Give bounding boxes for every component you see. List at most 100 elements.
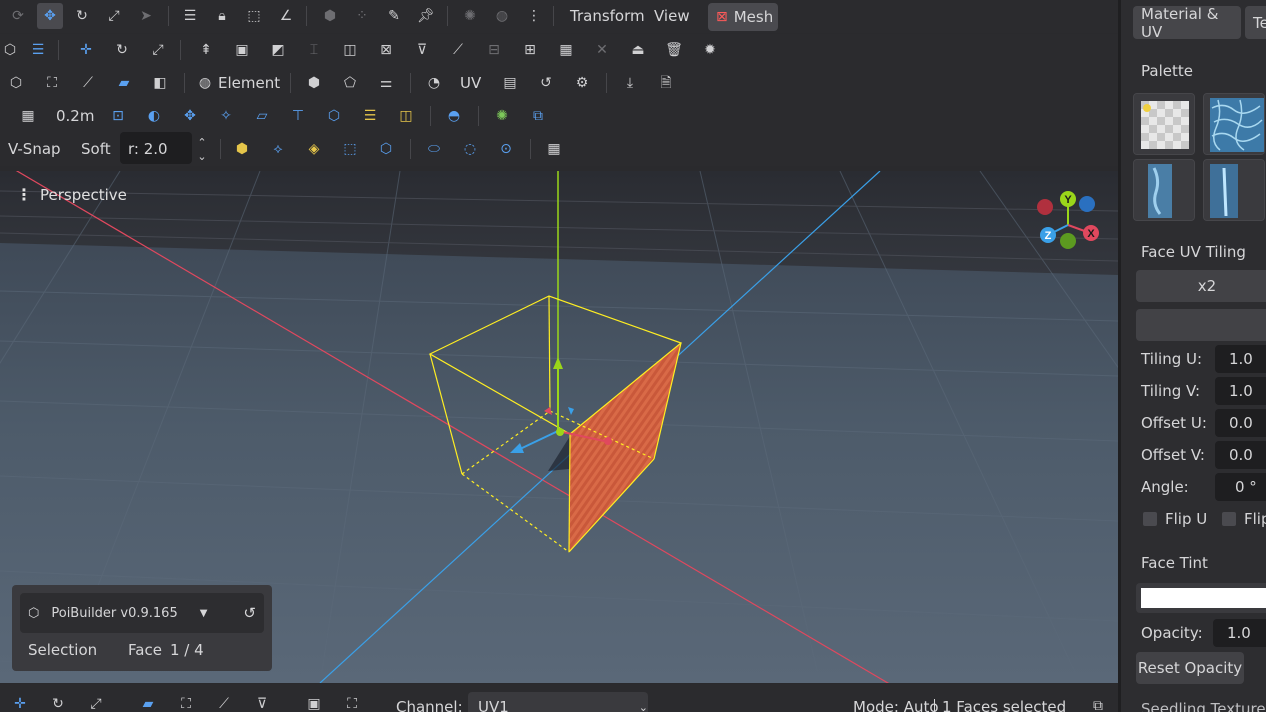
align-icon[interactable]: ☰ xyxy=(180,6,200,26)
bounds-icon[interactable]: ⬚ xyxy=(244,6,264,26)
snap-face-icon[interactable]: ◈ xyxy=(304,139,324,159)
tiling-u-input[interactable]: 1.0 xyxy=(1215,345,1266,373)
document-icon[interactable]: 🗎︎ xyxy=(656,73,676,93)
snap-vertex-icon[interactable]: ⬢ xyxy=(232,139,252,159)
reset-opacity-button[interactable]: Reset Opacity xyxy=(1136,652,1244,684)
snap-hex-icon[interactable]: ⬡ xyxy=(324,106,344,126)
uv-sphere-icon[interactable]: ◔ xyxy=(424,73,444,93)
snap-grid-icon[interactable]: ⊡ xyxy=(108,106,128,126)
download-icon[interactable]: ⤓ xyxy=(620,73,640,93)
snap-plane-icon[interactable]: ▱ xyxy=(252,106,272,126)
offset-u-input[interactable]: 0.0 xyxy=(1215,409,1266,437)
knife-icon[interactable]: ⟋ xyxy=(448,40,468,60)
pointer-mode-icon[interactable]: ⟳ xyxy=(8,6,28,26)
snap-split-icon[interactable]: ◫ xyxy=(396,106,416,126)
dissolve-icon[interactable]: ⊠ xyxy=(376,40,396,60)
flip-v-checkbox[interactable] xyxy=(1222,512,1236,526)
inset-icon[interactable]: ▣ xyxy=(232,40,252,60)
add-cube-icon[interactable]: ⬢ xyxy=(304,73,324,93)
snap-sphere-icon[interactable]: ◐ xyxy=(144,106,164,126)
snap-orbit-icon[interactable]: ◓ xyxy=(444,106,464,126)
reset-icon[interactable]: ↺ xyxy=(243,604,256,622)
more-vertical-icon[interactable]: ⋮ xyxy=(524,6,544,26)
extrude-icon[interactable]: ⇞ xyxy=(196,40,216,60)
snap-stack-icon[interactable]: ☰ xyxy=(360,106,380,126)
element-mode-icon[interactable]: ◧ xyxy=(150,73,170,93)
snap-box-icon[interactable]: ⬚ xyxy=(340,139,360,159)
edge-select-icon[interactable]: ⟋ xyxy=(214,694,234,712)
soft-toggle[interactable]: Soft xyxy=(81,140,111,158)
lasso-icon[interactable]: ⬭ xyxy=(424,139,444,159)
angle-icon[interactable]: ∠ xyxy=(276,6,296,26)
palette-swatch-water[interactable] xyxy=(1203,93,1265,155)
move-icon[interactable]: ✛ xyxy=(10,694,30,712)
offset-v-input[interactable]: 0.0 xyxy=(1215,441,1266,469)
select-arrow-icon[interactable]: ➤ xyxy=(136,6,156,26)
flatten-icon[interactable]: ⏏ xyxy=(628,40,648,60)
face-mode-icon[interactable]: ▰ xyxy=(114,73,134,93)
table-icon[interactable]: ▦ xyxy=(544,139,564,159)
grid-size-value[interactable]: 0.2m xyxy=(56,107,94,125)
perspective-menu[interactable]: ⋮ Perspective xyxy=(16,185,127,204)
rotate-tool-icon[interactable]: ↻ xyxy=(72,6,92,26)
bucket-icon[interactable]: ⊽ xyxy=(412,40,432,60)
polygon-icon[interactable]: ⬠ xyxy=(340,73,360,93)
cube-solid-icon[interactable]: ⬢ xyxy=(320,6,340,26)
gizmo-neg-z[interactable] xyxy=(1079,196,1095,212)
vertex-select-icon[interactable]: ⛶ xyxy=(176,694,196,712)
bucket-icon[interactable]: ⊽ xyxy=(252,694,272,712)
move-tool-icon[interactable]: ✥ xyxy=(37,3,63,29)
vertex-mode-icon[interactable]: ⛶ xyxy=(42,73,62,93)
bug-icon[interactable]: ✹ xyxy=(700,40,720,60)
transform-menu[interactable]: Transform xyxy=(570,7,645,25)
snap-overlap-icon[interactable]: ⧉ xyxy=(528,106,548,126)
tab-material-uv[interactable]: Material & UV xyxy=(1133,5,1241,41)
face-select-icon[interactable]: ▰ xyxy=(138,694,158,712)
channel-select[interactable]: UV1 (Texture) ⌄ xyxy=(468,692,648,712)
gizmo-neg-y[interactable] xyxy=(1060,233,1076,249)
vsnap-toggle[interactable]: V-Snap xyxy=(8,140,61,158)
scale-gizmo-icon[interactable]: ⤢ xyxy=(148,40,168,60)
merge-icon[interactable]: ⊞ xyxy=(520,40,540,60)
face-tint-color-picker[interactable] xyxy=(1136,583,1266,613)
snap-cube-icon[interactable]: ⬡ xyxy=(376,139,396,159)
flip-u-checkbox[interactable] xyxy=(1143,512,1157,526)
angle-input[interactable]: 0 ° xyxy=(1215,473,1266,501)
lasso-soft-icon[interactable]: ⊙ xyxy=(496,139,516,159)
lasso-dashed-icon[interactable]: ◌ xyxy=(460,139,480,159)
object-mode-icon[interactable]: ⬡ xyxy=(0,40,20,60)
view-menu[interactable]: View xyxy=(654,7,690,25)
scale-tool-icon[interactable]: ⤢ xyxy=(104,6,124,26)
tiling-x2-button[interactable]: x2 xyxy=(1136,270,1266,302)
subdivide-icon[interactable]: ▦ xyxy=(556,40,576,60)
uv-label[interactable]: UV xyxy=(460,74,481,92)
axis-gizmo[interactable]: Y X Z xyxy=(1030,185,1102,257)
opacity-input[interactable]: 1.0 xyxy=(1213,619,1266,647)
snap-tree-icon[interactable]: ⊤ xyxy=(288,106,308,126)
settings-gear-icon[interactable]: ⚙ xyxy=(572,73,592,93)
gizmo-neg-x[interactable] xyxy=(1037,199,1053,215)
move-gizmo-icon[interactable]: ✛ xyxy=(76,40,96,60)
tiling-secondary-button[interactable] xyxy=(1136,309,1266,341)
tiling-v-input[interactable]: 1.0 xyxy=(1215,377,1266,405)
edge-mode-icon[interactable]: ⟋ xyxy=(78,73,98,93)
rotate-icon[interactable]: ↻ xyxy=(48,694,68,712)
uv-list-icon[interactable]: ▤ xyxy=(500,73,520,93)
sliders-icon[interactable]: ⚌ xyxy=(376,73,396,93)
element-label[interactable]: Element xyxy=(218,74,280,92)
scale-icon[interactable]: ⤢ xyxy=(86,694,106,712)
rotate-gizmo-icon[interactable]: ↻ xyxy=(112,40,132,60)
refresh-icon[interactable]: ↺ xyxy=(536,73,556,93)
nodes-icon[interactable]: ⁘ xyxy=(352,6,372,26)
grid-icon[interactable]: ▦ xyxy=(18,106,38,126)
fit-icon[interactable]: ⛶ xyxy=(342,694,362,712)
mesh-menu-button[interactable]: ⊠ Mesh xyxy=(708,3,778,31)
palette-swatch-crystal[interactable] xyxy=(1203,159,1265,221)
bevel-icon[interactable]: ◩ xyxy=(268,40,288,60)
vertex-cube-icon[interactable]: ⬡ xyxy=(6,73,26,93)
pin-icon[interactable]: 📌︎ xyxy=(416,6,436,26)
weld-icon[interactable]: ✕ xyxy=(592,40,612,60)
layers-icon[interactable]: ☰ xyxy=(28,40,48,60)
delete-icon[interactable]: 🗑︎ xyxy=(664,40,684,60)
split-icon[interactable]: ◫ xyxy=(340,40,360,60)
